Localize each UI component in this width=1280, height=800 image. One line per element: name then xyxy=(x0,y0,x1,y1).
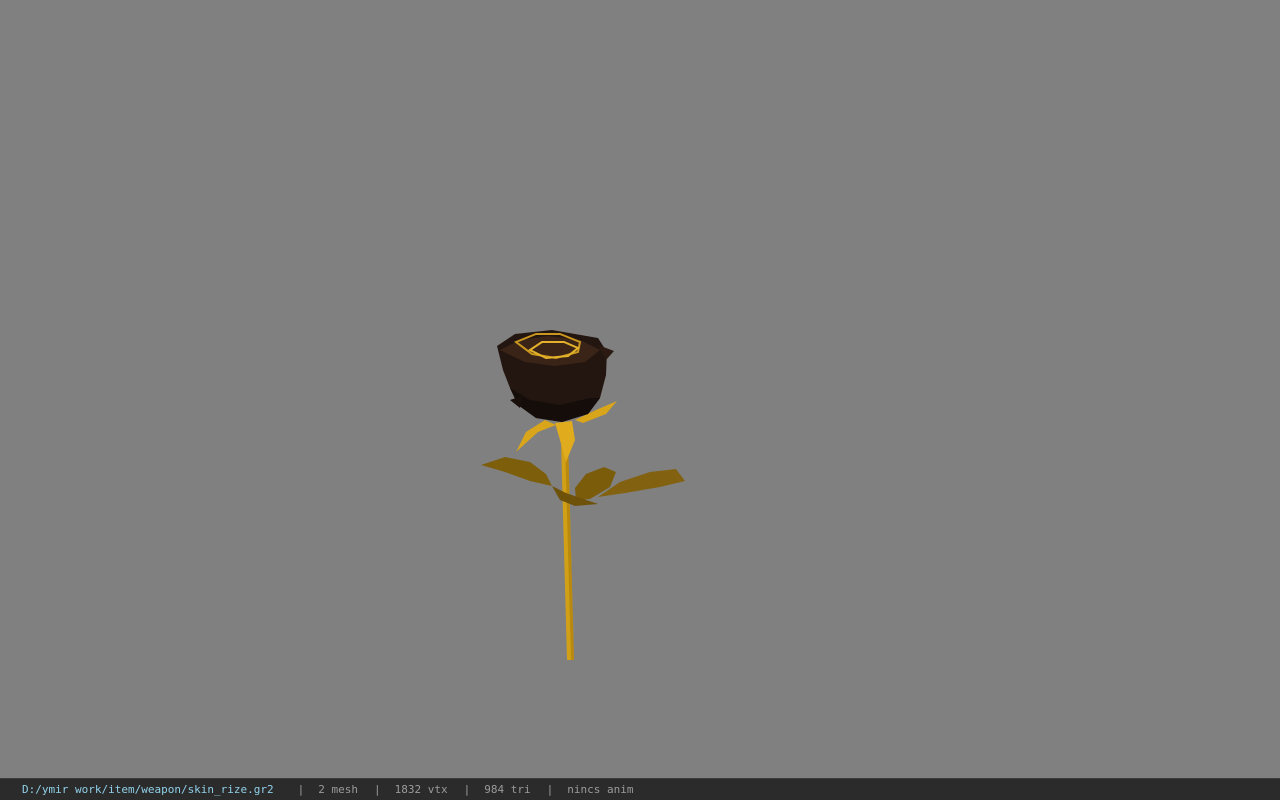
triangle-count: 984 tri xyxy=(484,783,531,796)
rose-model-icon[interactable] xyxy=(0,0,1280,778)
status-separator: | xyxy=(297,783,305,796)
leaf-left xyxy=(481,457,552,486)
sepal-left xyxy=(516,420,556,452)
animation-status: nincs anim xyxy=(567,783,634,796)
status-bar: D:/ymir work/item/weapon/skin_rize.gr2 |… xyxy=(0,778,1280,800)
status-separator: | xyxy=(463,783,471,796)
vertex-count: 1832 vtx xyxy=(394,783,448,796)
3d-viewport[interactable] xyxy=(0,0,1280,778)
file-path: D:/ymir work/item/weapon/skin_rize.gr2 xyxy=(22,783,274,796)
mesh-count: 2 mesh xyxy=(318,783,359,796)
sepal-center xyxy=(555,421,575,462)
status-separator: | xyxy=(374,783,381,796)
status-separator: | xyxy=(546,783,554,796)
